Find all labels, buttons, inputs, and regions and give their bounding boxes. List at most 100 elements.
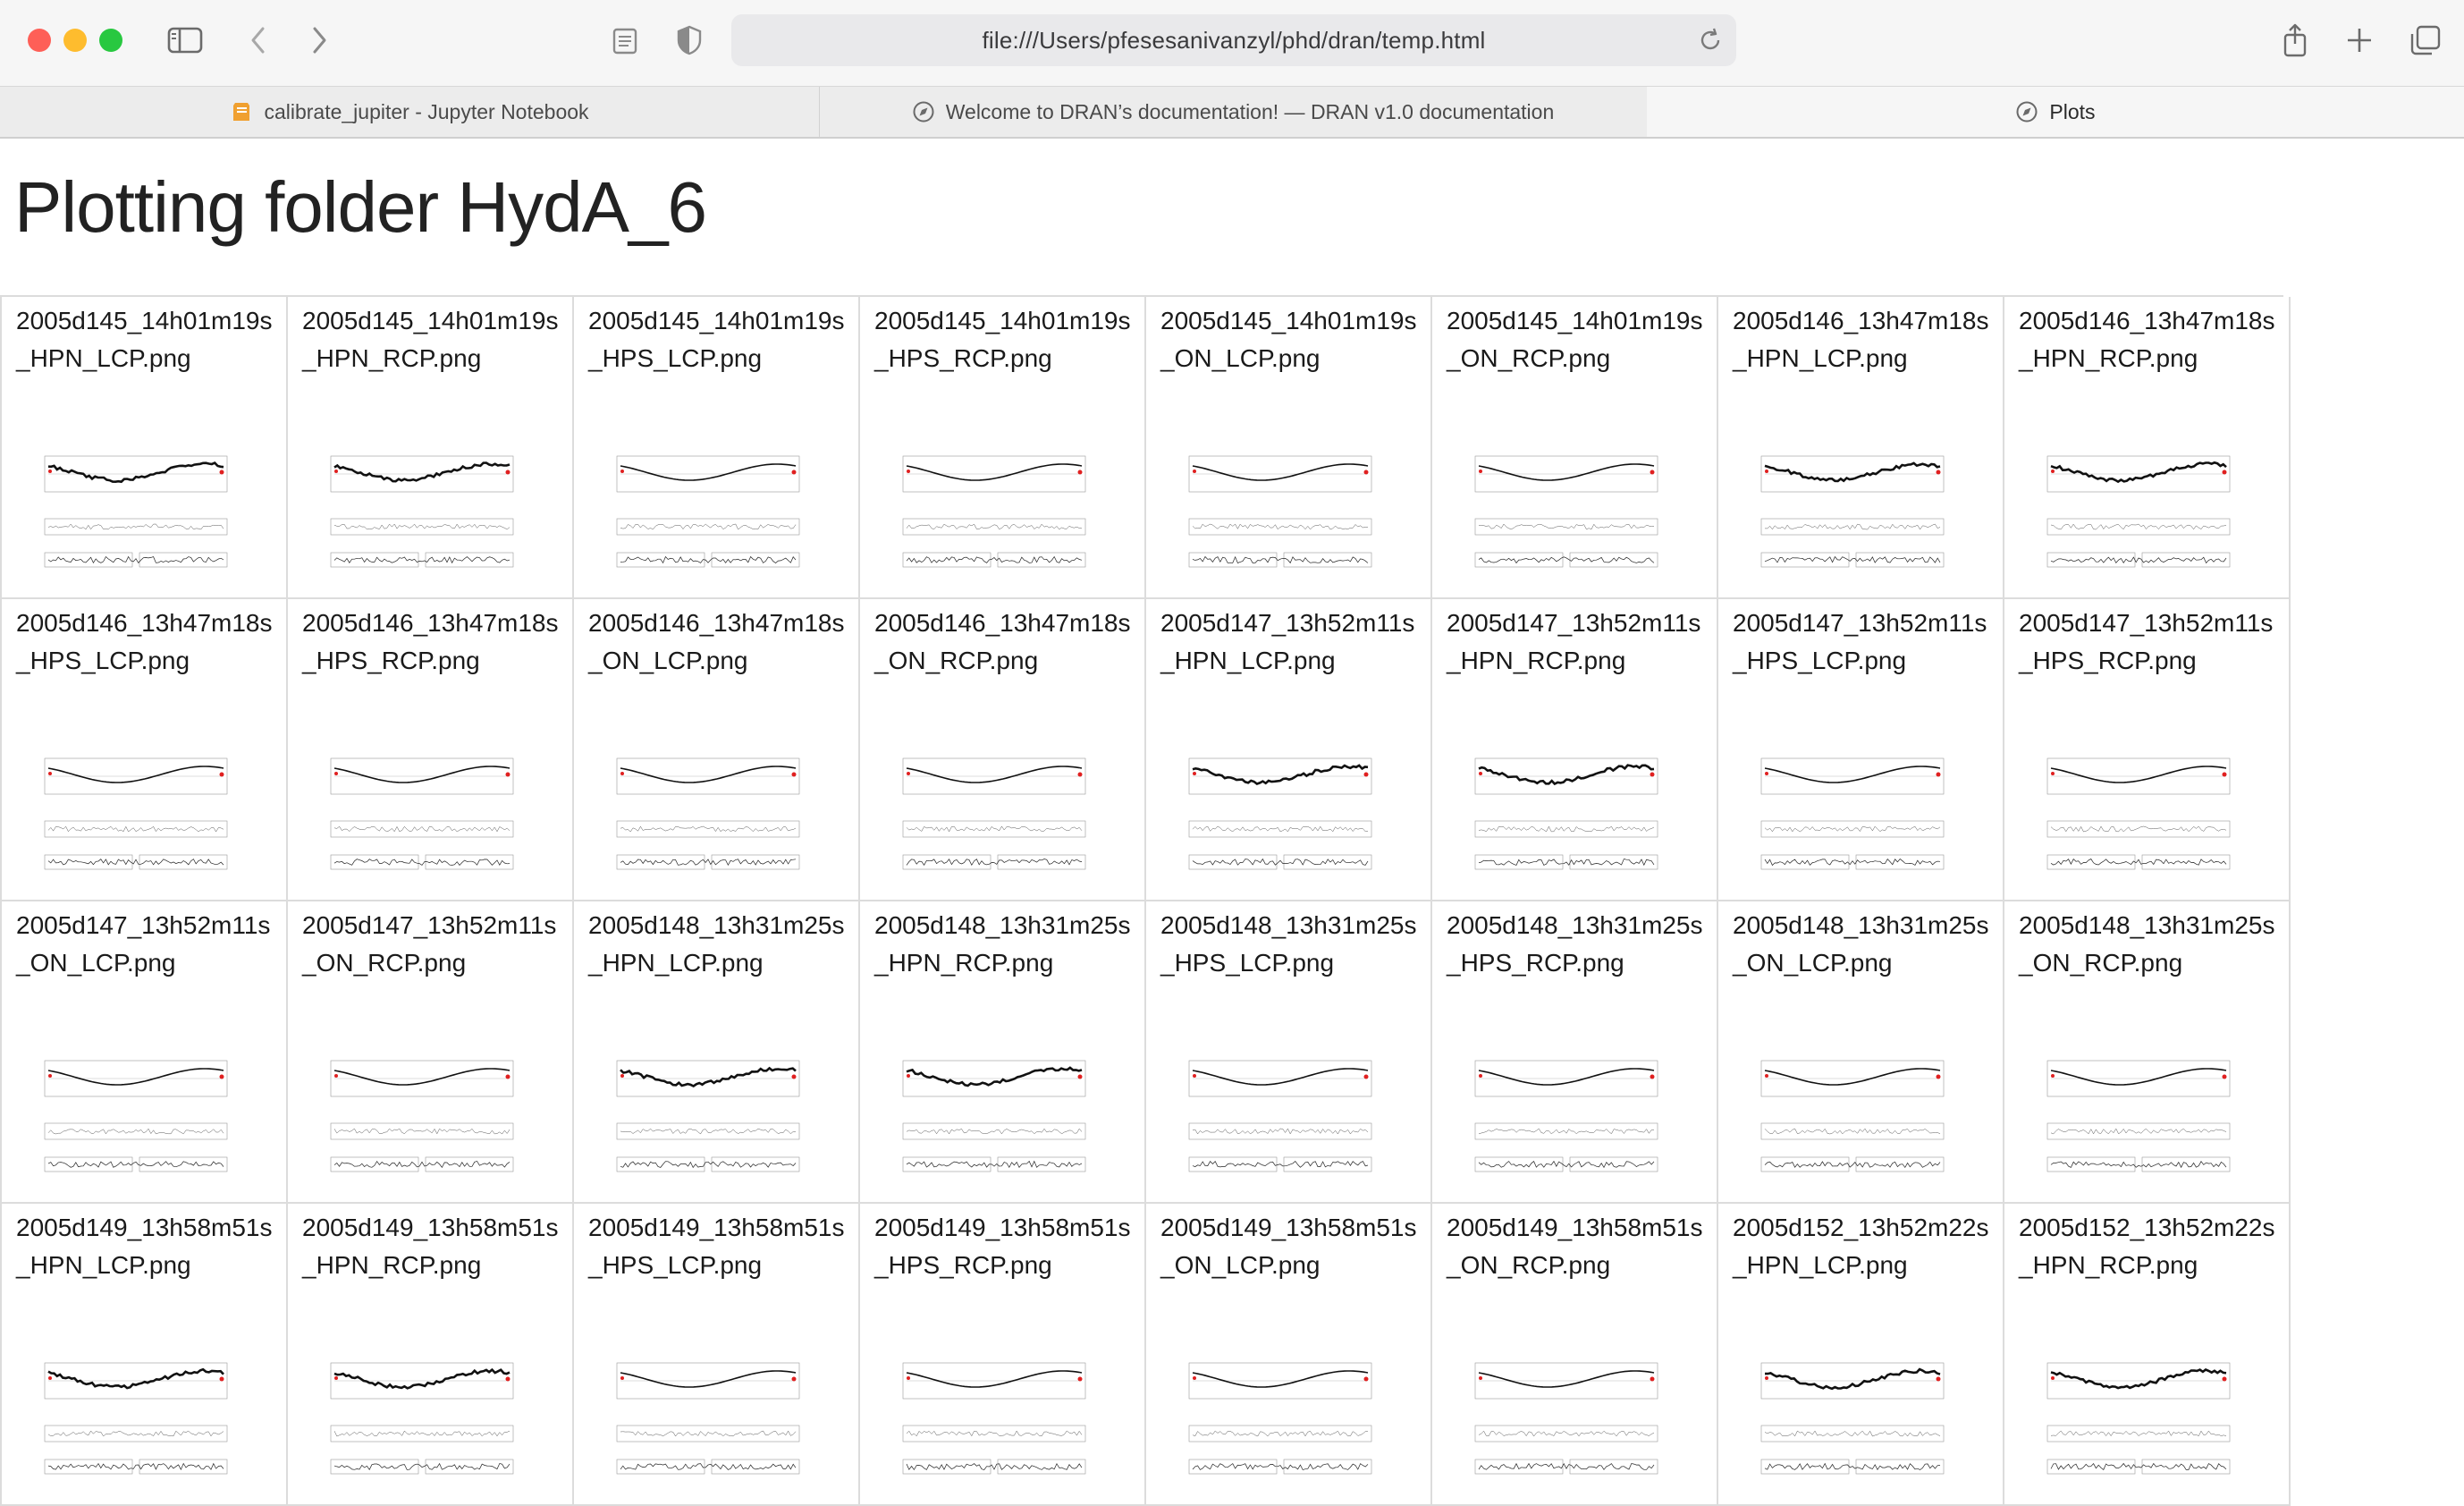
thumbnail-mark [1078,1377,1083,1382]
plot-thumbnail-image[interactable] [1758,749,1947,882]
plot-thumbnail-image[interactable] [1472,1052,1661,1184]
thumbnail-mark [1364,1075,1369,1079]
maximize-window-button[interactable] [99,29,122,52]
thumbnail-mark [617,1426,799,1442]
plot-cell[interactable]: 2005d149_13h58m51s_ON_LCP.png [1146,1204,1432,1506]
plot-thumbnail-image[interactable] [2044,749,2233,882]
plot-cell[interactable]: 2005d149_13h58m51s_HPN_RCP.png [288,1204,574,1506]
plot-cell[interactable]: 2005d146_13h47m18s_ON_RCP.png [860,599,1146,901]
plot-thumbnail-image[interactable] [1472,1354,1661,1486]
plot-cell[interactable]: 2005d148_13h31m25s_ON_LCP.png [1718,901,2004,1204]
thumbnail-mark [45,855,132,869]
plot-cell[interactable]: 2005d145_14h01m19s_ON_RCP.png [1432,297,1718,599]
plot-filename: 2005d145_14h01m19s_HPN_RCP.png [302,302,567,377]
plot-thumbnail-image[interactable] [899,749,1089,882]
plot-cell[interactable]: 2005d148_13h31m25s_HPN_RCP.png [860,901,1146,1204]
thumbnail-mark [907,772,910,775]
plot-thumbnail-image[interactable] [1186,749,1375,882]
plot-thumbnail-image[interactable] [899,1052,1089,1184]
tab-dran-documentation[interactable]: Welcome to DRAN’s documentation! — DRAN … [819,87,1648,137]
tab-jupyter-notebook[interactable]: calibrate_jupiter - Jupyter Notebook [0,87,820,137]
plot-thumbnail-image[interactable] [327,1354,517,1486]
plot-thumbnail-image[interactable] [1758,1354,1947,1486]
plot-thumbnail-image[interactable] [899,447,1089,580]
thumbnail-mark [2051,470,2055,473]
plot-thumbnail-image[interactable] [2044,447,2233,580]
plot-cell[interactable]: 2005d149_13h58m51s_HPS_LCP.png [574,1204,860,1506]
plot-cell[interactable]: 2005d147_13h52m11s_HPS_RCP.png [2004,599,2291,901]
thumbnail-mark [1193,772,1196,775]
thumbnail-mark [1479,1376,1482,1380]
share-icon[interactable] [2271,16,2319,64]
plot-thumbnail-image[interactable] [41,447,231,580]
plot-thumbnail-image[interactable] [1186,447,1375,580]
plot-thumbnail-image[interactable] [327,447,517,580]
plot-thumbnail-image[interactable] [1758,1052,1947,1184]
plot-cell[interactable]: 2005d152_13h52m22s_HPN_RCP.png [2004,1204,2291,1506]
plot-cell[interactable]: 2005d146_13h47m18s_HPS_LCP.png [2,599,288,901]
privacy-shield-icon[interactable] [665,16,713,64]
plot-cell[interactable]: 2005d145_14h01m19s_HPS_LCP.png [574,297,860,599]
plot-cell[interactable]: 2005d149_13h58m51s_HPN_LCP.png [2,1204,288,1506]
plot-cell[interactable]: 2005d146_13h47m18s_HPN_RCP.png [2004,297,2291,599]
thumbnail-mark [1479,470,1482,473]
thumbnail-mark [220,1377,224,1382]
reload-icon[interactable] [1692,21,1729,59]
thumbnail-mark [903,1157,991,1172]
thumbnail-mark [1475,1123,1658,1139]
plot-thumbnail-image[interactable] [613,447,803,580]
address-bar[interactable]: file:///Users/pfesesanivanzyl/phd/dran/t… [731,14,1736,66]
back-icon[interactable] [234,16,283,64]
thumbnail-mark [220,773,224,777]
plot-cell[interactable]: 2005d145_14h01m19s_HPS_RCP.png [860,297,1146,599]
plot-filename: 2005d149_13h58m51s_HPS_RCP.png [874,1209,1139,1284]
plot-thumbnail-image[interactable] [327,1052,517,1184]
plot-cell[interactable]: 2005d145_14h01m19s_HPN_LCP.png [2,297,288,599]
plot-thumbnail-image[interactable] [2044,1354,2233,1486]
plot-cell[interactable]: 2005d147_13h52m11s_HPN_LCP.png [1146,599,1432,901]
plot-thumbnail-image[interactable] [1186,1052,1375,1184]
thumbnail-mark [1650,773,1655,777]
plot-thumbnail-image[interactable] [899,1354,1089,1486]
plot-thumbnail-image[interactable] [327,749,517,882]
plot-cell[interactable]: 2005d152_13h52m22s_HPN_LCP.png [1718,1204,2004,1506]
minimize-window-button[interactable] [63,29,87,52]
plot-thumbnail-image[interactable] [41,1052,231,1184]
plot-cell[interactable]: 2005d147_13h52m11s_ON_LCP.png [2,901,288,1204]
plot-thumbnail-image[interactable] [2044,1052,2233,1184]
plot-cell[interactable]: 2005d148_13h31m25s_ON_RCP.png [2004,901,2291,1204]
thumbnail-mark [1193,1074,1196,1078]
plot-thumbnail-image[interactable] [1186,1354,1375,1486]
plot-thumbnail-image[interactable] [613,1354,803,1486]
plot-thumbnail-image[interactable] [1472,749,1661,882]
plot-cell[interactable]: 2005d146_13h47m18s_HPN_LCP.png [1718,297,2004,599]
thumbnail-mark [331,1157,418,1172]
sidebar-toggle-icon[interactable] [161,16,209,64]
plot-cell[interactable]: 2005d148_13h31m25s_HPN_LCP.png [574,901,860,1204]
plot-cell[interactable]: 2005d149_13h58m51s_ON_RCP.png [1432,1204,1718,1506]
tab-overview-icon[interactable] [2401,16,2450,64]
plot-thumbnail-image[interactable] [613,749,803,882]
thumbnail-mark [45,1123,227,1139]
reader-icon[interactable] [601,16,649,64]
plot-thumbnail-image[interactable] [1758,447,1947,580]
plot-cell[interactable]: 2005d146_13h47m18s_HPS_RCP.png [288,599,574,901]
tab-plots[interactable]: Plots [1647,87,2464,137]
plot-cell[interactable]: 2005d146_13h47m18s_ON_LCP.png [574,599,860,901]
plot-thumbnail-image[interactable] [1472,447,1661,580]
new-tab-icon[interactable] [2335,16,2384,64]
plot-cell[interactable]: 2005d145_14h01m19s_ON_LCP.png [1146,297,1432,599]
plot-cell[interactable]: 2005d145_14h01m19s_HPN_RCP.png [288,297,574,599]
plot-cell[interactable]: 2005d147_13h52m11s_HPS_LCP.png [1718,599,2004,901]
plot-cell[interactable]: 2005d148_13h31m25s_HPS_RCP.png [1432,901,1718,1204]
plot-cell[interactable]: 2005d149_13h58m51s_HPS_RCP.png [860,1204,1146,1506]
plot-thumbnail-image[interactable] [613,1052,803,1184]
plot-thumbnail-image[interactable] [41,749,231,882]
forward-icon[interactable] [295,16,343,64]
plot-cell[interactable]: 2005d147_13h52m11s_HPN_RCP.png [1432,599,1718,901]
plot-cell[interactable]: 2005d148_13h31m25s_HPS_LCP.png [1146,901,1432,1204]
close-window-button[interactable] [28,29,51,52]
thumbnail-mark [1364,1377,1369,1382]
plot-cell[interactable]: 2005d147_13h52m11s_ON_RCP.png [288,901,574,1204]
plot-thumbnail-image[interactable] [41,1354,231,1486]
